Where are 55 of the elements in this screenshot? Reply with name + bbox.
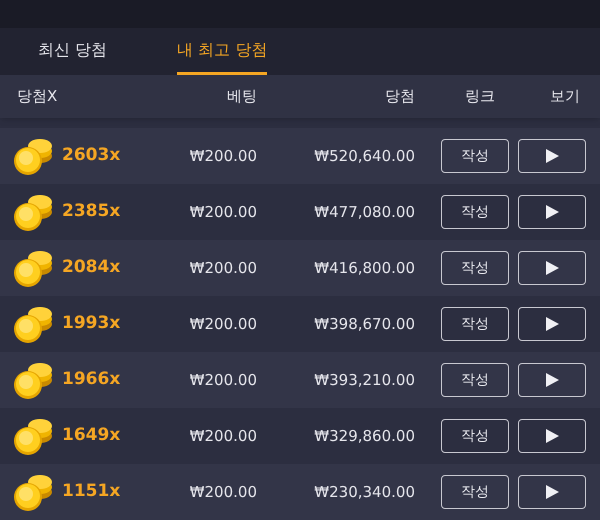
column-header: 베팅 [226,86,257,108]
column-header: 보기 [549,86,581,108]
bet-amount: ₩200.00 [188,482,257,503]
multiplier: 1151x [62,480,120,504]
win-amount: ₩230,340.00 [313,482,415,503]
win-amount: ₩329,860.00 [313,426,415,447]
create-link-button[interactable]: 작성 [441,251,509,285]
coins-icon [12,472,54,512]
bet-amount: ₩200.00 [188,314,257,335]
bet-amount: ₩200.00 [188,258,257,279]
column-header: 당첨 [384,86,415,108]
play-icon [545,429,559,443]
coins-icon [12,360,54,400]
play-icon [545,485,559,499]
play-button[interactable] [518,363,586,397]
coins-icon [12,304,54,344]
win-amount: ₩398,670.00 [313,314,415,335]
create-link-button[interactable]: 작성 [441,307,509,341]
bet-amount: ₩200.00 [188,370,257,391]
column-header: 당첨X [16,86,58,108]
play-icon [545,261,559,275]
coins-icon [12,136,54,176]
column-header: 링크 [464,86,496,108]
play-button[interactable] [518,419,586,453]
multiplier: 2084x [62,256,120,280]
play-button[interactable] [518,475,586,509]
coins-icon [12,416,54,456]
bet-amount: ₩200.00 [188,146,257,167]
create-link-button[interactable]: 작성 [441,139,509,173]
create-link-button[interactable]: 작성 [441,475,509,509]
play-icon [545,205,559,219]
bet-amount: ₩200.00 [188,426,257,447]
play-button[interactable] [518,195,586,229]
coins-icon [12,192,54,232]
play-icon [545,373,559,387]
multiplier: 1966x [62,368,120,392]
coins-icon [12,248,54,288]
play-button[interactable] [518,307,586,341]
win-amount: ₩393,210.00 [313,370,415,391]
play-button[interactable] [518,251,586,285]
multiplier: 1649x [62,424,120,448]
multiplier: 2385x [62,200,120,224]
win-amount: ₩477,080.00 [313,202,415,223]
win-amount: ₩416,800.00 [313,258,415,279]
create-link-button[interactable]: 작성 [441,363,509,397]
multiplier: 1993x [62,312,120,336]
play-icon [545,149,559,163]
create-link-button[interactable]: 작성 [441,419,509,453]
play-button[interactable] [518,139,586,173]
create-link-button[interactable]: 작성 [441,195,509,229]
win-amount: ₩520,640.00 [313,146,415,167]
bet-amount: ₩200.00 [188,202,257,223]
multiplier: 2603x [62,144,120,168]
play-icon [545,317,559,331]
tab[interactable]: 최신 당첨 [38,38,108,75]
